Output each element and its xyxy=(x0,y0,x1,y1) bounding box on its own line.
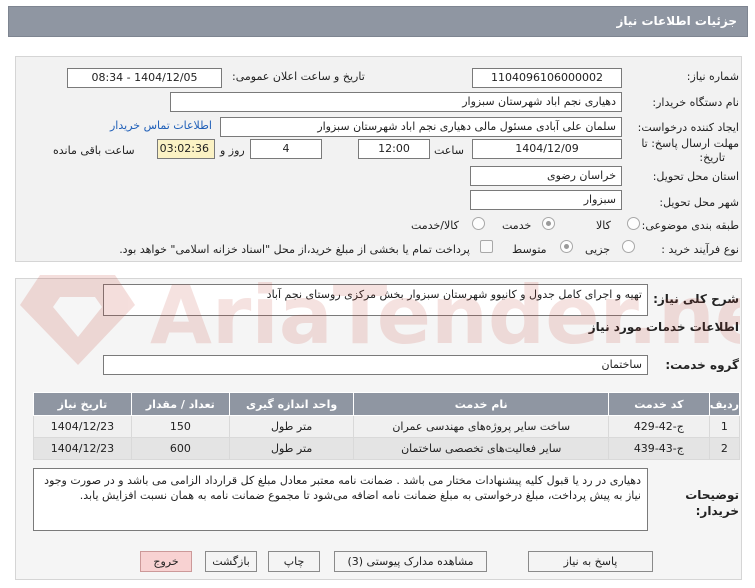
buyer-org-field: دهیاری نجم اباد شهرستان سبزوار xyxy=(170,92,622,112)
days-label: روز و xyxy=(220,144,245,157)
process-minor-label: جزیی xyxy=(585,243,611,256)
exit-button[interactable]: خروج xyxy=(140,551,192,572)
city-label: شهر محل تحویل: xyxy=(659,196,739,209)
buyer-notes-field: دهیاری در رد یا قبول کلیه پیشنهادات مختا… xyxy=(33,468,648,531)
attachments-button[interactable]: مشاهده مدارک پیوستی (3) xyxy=(334,551,487,572)
need-date: 1404/12/23 xyxy=(33,437,132,460)
unit: متر طول xyxy=(228,415,355,438)
process-radio-minor[interactable] xyxy=(622,240,635,253)
province-label: استان محل تحویل: xyxy=(652,170,739,183)
col-code-header: کد خدمت xyxy=(607,392,710,416)
table-header-row: ردیف کد خدمت نام خدمت واحد اندازه گیری ت… xyxy=(33,392,741,416)
need-number-label: شماره نیاز: xyxy=(686,70,739,83)
requester-field: سلمان علی آبادی مسئول مالی دهیاری نجم اب… xyxy=(220,117,622,137)
col-name-header: نام خدمت xyxy=(353,392,609,416)
category-goods-label: کالا xyxy=(596,219,611,232)
payment-checkbox[interactable] xyxy=(480,240,493,253)
requester-label: ایجاد کننده درخواست: xyxy=(637,121,739,134)
deadline-label-2: تاریخ: xyxy=(699,151,725,164)
category-radio-goods[interactable] xyxy=(627,217,640,230)
service-code: ج-43-439 xyxy=(607,437,710,460)
summary-label: شرح کلی نیاز: xyxy=(653,292,739,306)
service-code: ج-42-429 xyxy=(607,415,710,438)
deadline-date-field: 1404/12/09 xyxy=(472,139,622,159)
process-label: نوع فرآیند خرید : xyxy=(661,243,739,256)
col-row-header: ردیف xyxy=(708,392,741,416)
unit: متر طول xyxy=(228,437,355,460)
process-radio-medium[interactable] xyxy=(560,240,573,253)
days-field: 4 xyxy=(250,139,322,159)
buyer-notes-label-2: خریدار: xyxy=(695,504,739,518)
col-date-header: تاریخ نیاز xyxy=(33,392,132,416)
buyer-contact-link[interactable]: اطلاعات تماس خریدار xyxy=(110,119,212,132)
services-heading: اطلاعات خدمات مورد نیاز xyxy=(588,320,739,334)
table-row[interactable]: 2 ج-43-439 سایر فعالیت‌های تخصصی ساختمان… xyxy=(33,437,741,460)
category-radio-goods-service[interactable] xyxy=(472,217,485,230)
process-medium-label: متوسط xyxy=(512,243,547,256)
row-index: 2 xyxy=(708,437,741,460)
summary-field: تهیه و اجرای کامل جدول و کانیوو شهرستان … xyxy=(103,284,648,316)
announce-field: 1404/12/05 - 08:34 xyxy=(67,68,222,88)
service-name: ساخت سایر پروژه‌های مهندسی عمران xyxy=(353,415,609,438)
remaining-time-field: 03:02:36 xyxy=(157,139,215,159)
category-service-label: خدمت xyxy=(502,219,532,232)
deadline-label: مهلت ارسال پاسخ: تا xyxy=(641,137,739,150)
table-row[interactable]: 1 ج-42-429 ساخت سایر پروژه‌های مهندسی عم… xyxy=(33,415,741,438)
window-title: جزئیات اطلاعات نیاز xyxy=(8,6,748,37)
category-goods-service-label: کالا/خدمت xyxy=(411,219,459,232)
quantity: 150 xyxy=(130,415,230,438)
remaining-time-label: ساعت باقی مانده xyxy=(53,144,135,157)
col-qty-header: تعداد / مقدار xyxy=(130,392,230,416)
announce-label: تاریخ و ساعت اعلان عمومی: xyxy=(232,70,365,83)
service-name: سایر فعالیت‌های تخصصی ساختمان xyxy=(353,437,609,460)
back-button[interactable]: بازگشت xyxy=(205,551,257,572)
category-label: طبقه بندی موضوعی: xyxy=(641,219,739,232)
deadline-time-field: 12:00 xyxy=(358,139,430,159)
service-group-label: گروه خدمت: xyxy=(665,358,739,372)
row-index: 1 xyxy=(708,415,741,438)
province-field: خراسان رضوی xyxy=(470,166,622,186)
service-group-field: ساختمان xyxy=(103,355,648,375)
category-radio-service[interactable] xyxy=(542,217,555,230)
payment-note: پرداخت تمام یا بخشی از مبلغ خرید،از محل … xyxy=(119,243,470,256)
reply-button[interactable]: پاسخ به نیاز xyxy=(528,551,653,572)
services-table: ردیف کد خدمت نام خدمت واحد اندازه گیری ت… xyxy=(33,392,741,460)
buyer-notes-label: توضیحات xyxy=(685,488,739,502)
print-button[interactable]: چاپ xyxy=(268,551,320,572)
col-unit-header: واحد اندازه گیری xyxy=(228,392,355,416)
city-field: سبزوار xyxy=(470,190,622,210)
deadline-time-label: ساعت xyxy=(434,144,464,157)
quantity: 600 xyxy=(130,437,230,460)
buyer-org-label: نام دستگاه خریدار: xyxy=(652,96,739,109)
need-date: 1404/12/23 xyxy=(33,415,132,438)
need-number-field: 1104096106000002 xyxy=(472,68,622,88)
